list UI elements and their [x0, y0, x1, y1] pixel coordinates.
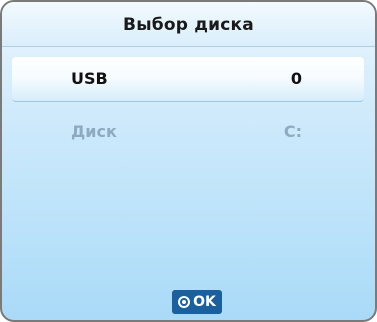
- ok-circle-icon: [178, 296, 191, 308]
- drive-option-value: C:: [283, 122, 302, 141]
- drive-option-value: 0: [290, 69, 302, 88]
- drive-option-disk[interactable]: Диск C:: [12, 110, 364, 154]
- drive-option-label: Диск: [71, 122, 117, 141]
- drive-select-dialog: Выбор диска USB 0 Диск C: OK: [0, 0, 377, 322]
- drive-option-label: USB: [71, 69, 108, 88]
- ok-button[interactable]: OK: [172, 290, 222, 314]
- dialog-title: Выбор диска: [2, 2, 375, 47]
- ok-label: OK: [193, 294, 216, 310]
- drive-option-usb[interactable]: USB 0: [12, 57, 364, 102]
